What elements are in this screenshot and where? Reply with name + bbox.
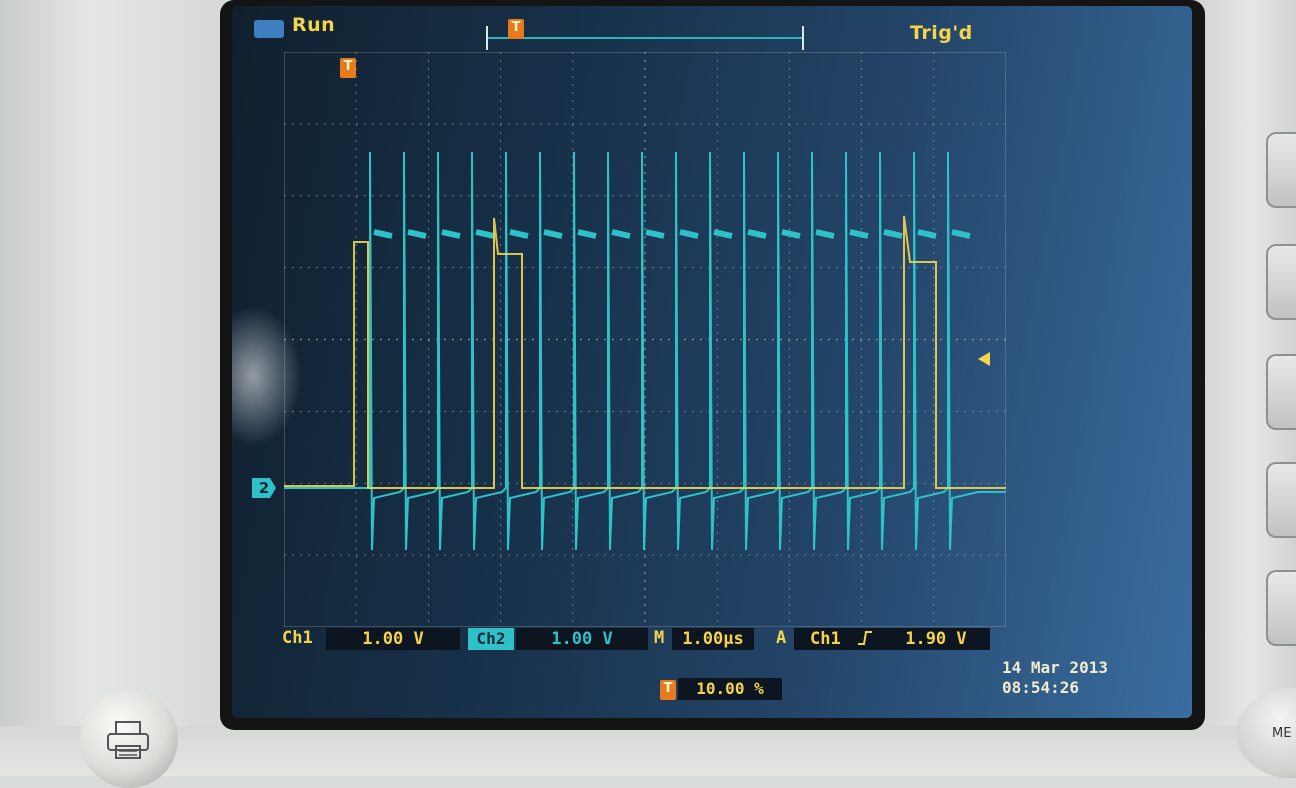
menu-button-label: ME bbox=[1272, 726, 1292, 741]
trigger-level-arrow bbox=[978, 352, 990, 366]
softkey-4[interactable] bbox=[1266, 462, 1296, 538]
timebase-value: 1.00µs bbox=[672, 628, 754, 650]
scope-bezel-bottom bbox=[0, 726, 1296, 776]
softkey-5[interactable] bbox=[1266, 570, 1296, 646]
softkey-1[interactable] bbox=[1266, 132, 1296, 208]
record-trigger-marker: T bbox=[508, 19, 524, 39]
trigger-label: A bbox=[776, 628, 787, 648]
trigger-source: Ch1 bbox=[810, 629, 841, 649]
ch2-ground-marker: 2 bbox=[252, 478, 276, 498]
time: 08:54:26 bbox=[1002, 678, 1080, 697]
record-view-bar bbox=[486, 26, 804, 50]
trigger-settings: Ch1 1.90 V bbox=[794, 628, 990, 650]
trigger-level: 1.90 V bbox=[905, 629, 967, 649]
trigger-position-value: 10.00 % bbox=[678, 678, 782, 700]
ch2-scale: 1.00 V bbox=[516, 628, 648, 650]
run-status: Run bbox=[292, 14, 336, 36]
date: 14 Mar 2013 bbox=[1002, 658, 1108, 677]
run-indicator bbox=[254, 20, 284, 38]
datetime: 14 Mar 2013 08:54:26 bbox=[1002, 658, 1108, 698]
softkey-2[interactable] bbox=[1266, 244, 1296, 320]
softkey-3[interactable] bbox=[1266, 354, 1296, 430]
waveform-graticule bbox=[284, 52, 1006, 627]
timebase-label: M bbox=[654, 628, 665, 648]
ch1-label: Ch1 bbox=[282, 628, 313, 648]
oscilloscope-screen: Run T Trig'd T 2 Ch1 1.00 V Ch2 1.00 V M… bbox=[232, 6, 1192, 718]
trigger-position-icon: T bbox=[660, 680, 676, 700]
ch2-waveform bbox=[284, 151, 1006, 551]
printer-icon bbox=[107, 721, 149, 759]
status-bar: Ch1 1.00 V Ch2 1.00 V M 1.00µs A Ch1 1.9… bbox=[272, 626, 1032, 654]
trigger-status: Trig'd bbox=[910, 22, 973, 44]
rising-edge-icon bbox=[857, 631, 872, 645]
scope-bezel-left bbox=[0, 0, 225, 776]
ch1-waveform bbox=[284, 215, 1006, 489]
ch2-label: Ch2 bbox=[468, 628, 514, 650]
ch1-scale: 1.00 V bbox=[326, 628, 460, 650]
screen-glare bbox=[232, 306, 302, 446]
